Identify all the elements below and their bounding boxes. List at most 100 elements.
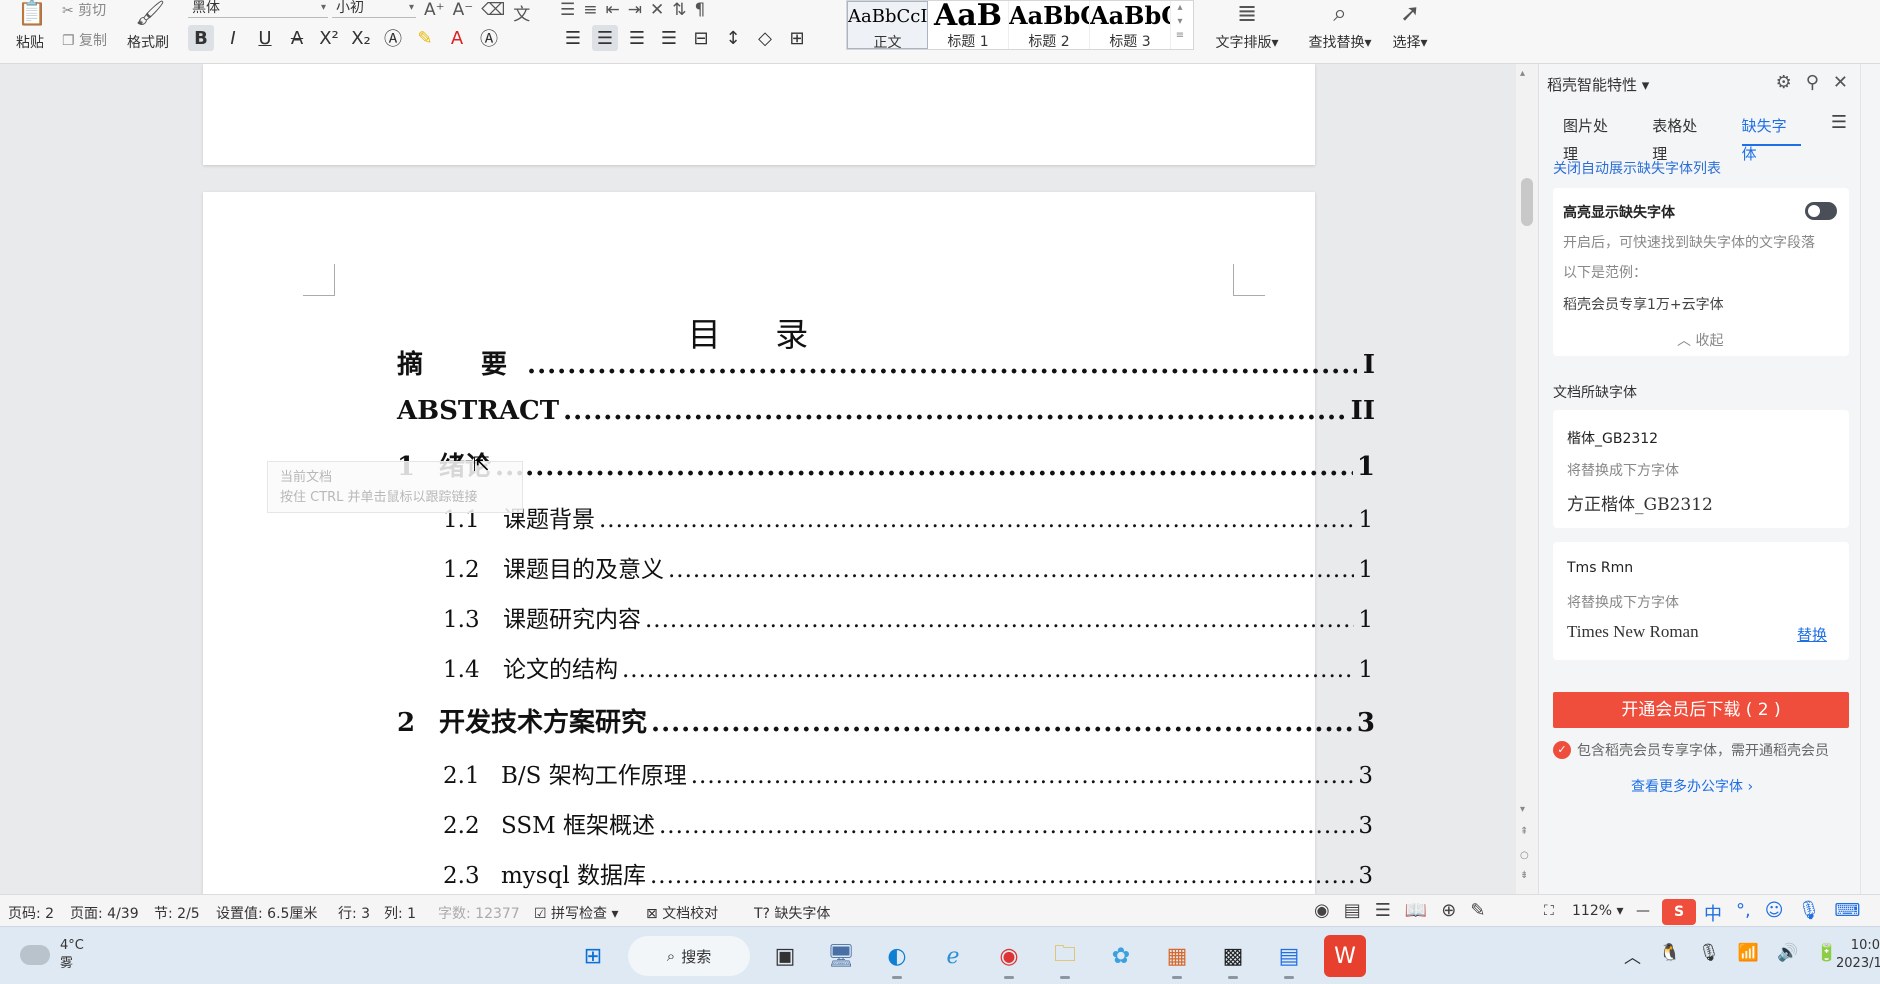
microphone-icon[interactable]: 🎙 [1698, 943, 1720, 968]
vip-download-button[interactable]: 开通会员后下载 ( 2 ) [1553, 692, 1849, 728]
ime-keyboard-icon[interactable]: ⌨ [1834, 900, 1860, 926]
toc-entry[interactable]: 1.1课题背景1 [443, 500, 1373, 534]
ime-punct-icon[interactable]: °, [1736, 900, 1751, 926]
menu-icon[interactable]: ☰ [1831, 112, 1847, 146]
more-fonts-link[interactable]: 查看更多办公字体 › [1631, 776, 1753, 796]
toc-entry[interactable]: 2.3mysql 数据库3 [443, 856, 1373, 890]
gallery-scroll[interactable]: ▴ ▾ ≡ [1171, 1, 1189, 49]
close-auto-list-link[interactable]: 关闭自动展示缺失字体列表 [1553, 158, 1721, 178]
qq-icon[interactable]: 🐧 [1659, 943, 1680, 968]
clock[interactable]: 10:0 2023/1 [1836, 937, 1880, 973]
italic-icon[interactable]: I [220, 25, 246, 51]
shrink-font-icon[interactable]: A⁻ [453, 0, 474, 25]
show-marks-icon[interactable]: ¶ [695, 0, 706, 20]
underline-icon[interactable]: U [252, 25, 278, 51]
indent-icon[interactable]: ⇥ [628, 0, 642, 20]
bold-icon[interactable]: B [188, 25, 214, 51]
copy-button[interactable]: ❐ 复制 [62, 30, 107, 50]
outdent-icon[interactable]: ⇤ [606, 0, 620, 20]
zoom-out-icon[interactable]: — [1636, 903, 1650, 919]
document-area[interactable]: 目 录 摘 要I ABSTRACTII 1绪论1 1.1课题背景1 1.2课题目… [0, 64, 1516, 894]
toc-entry[interactable]: 1.4论文的结构1 [443, 650, 1373, 684]
web-view-icon[interactable]: ⊕ [1441, 900, 1456, 921]
status-setting[interactable]: 设置值: 6.5厘米 [216, 903, 317, 923]
prev-page-icon[interactable]: ⇞ [1520, 826, 1528, 837]
select-browse-icon[interactable]: ○ [1520, 850, 1529, 861]
taskbar-search[interactable]: ⌕ 搜索 [628, 936, 750, 976]
file-explorer-icon[interactable]: 🗀 [1044, 935, 1086, 979]
panel-title[interactable]: 稻壳智能特性 ▾ [1547, 74, 1649, 95]
intellij-icon[interactable]: ▩ [1212, 935, 1254, 979]
control-panel-icon[interactable]: 🖥 [820, 935, 862, 977]
toc-entry[interactable]: 2.1B/S 架构工作原理3 [443, 756, 1373, 790]
style-heading-2[interactable]: AaBbC 标题 2 [1009, 1, 1090, 49]
wifi-icon[interactable]: 📶 [1738, 943, 1759, 968]
zoom-select[interactable]: 112% ▾ [1572, 903, 1624, 919]
tab-image[interactable]: 图片处理 [1563, 112, 1622, 163]
tab-missing-fonts[interactable]: 缺失字体 [1741, 112, 1801, 163]
chinese-layout-icon[interactable]: ✕ [650, 0, 664, 20]
status-row[interactable]: 行: 3 [338, 903, 370, 923]
pin-icon[interactable]: ⚲ [1806, 72, 1819, 93]
notepad-icon[interactable]: ▤ [1268, 935, 1310, 979]
status-page-no[interactable]: 页码: 2 [8, 903, 54, 923]
paste-button[interactable]: 📋 粘贴 [0, 0, 60, 56]
scrollbar-thumb[interactable] [1521, 178, 1533, 226]
volume-icon[interactable]: 🔊 [1777, 943, 1798, 968]
status-section[interactable]: 节: 2/5 [154, 903, 200, 923]
write-view-icon[interactable]: ✎ [1470, 900, 1485, 921]
chrome-icon[interactable]: ◉ [988, 935, 1030, 979]
task-view-icon[interactable]: ▣ [764, 935, 806, 977]
scroll-up-icon[interactable]: ▴ [1520, 68, 1525, 79]
tab-table[interactable]: 表格处理 [1652, 112, 1711, 163]
spell-check-button[interactable]: ☑ 拼写检查 ▾ [534, 903, 619, 923]
status-word-count[interactable]: 字数: 12377 [438, 903, 520, 923]
align-center-icon[interactable]: ☰ [592, 25, 618, 51]
sort-icon[interactable]: ⇅ [672, 0, 686, 20]
ime-logo-icon[interactable]: S [1662, 899, 1696, 925]
toc-entry[interactable]: 1.3课题研究内容1 [443, 600, 1373, 634]
find-replace-button[interactable]: ⌕ 查找替换▾ [1302, 0, 1378, 56]
ime-chinese-icon[interactable]: 中 [1704, 900, 1722, 926]
start-icon[interactable]: ⊞ [572, 935, 614, 977]
bullet-list-icon[interactable]: ☰ [560, 0, 575, 20]
strikethrough-icon[interactable]: A [284, 25, 310, 51]
toc-entry[interactable]: 2.2SSM 框架概述3 [443, 806, 1373, 840]
select-button[interactable]: ➚ 选择▾ [1384, 0, 1436, 56]
text-layout-button[interactable]: ≣ 文字排版▾ [1210, 0, 1284, 56]
highlight-toggle[interactable] [1805, 202, 1837, 220]
style-heading-1[interactable]: AaB 标题 1 [928, 1, 1009, 49]
ime-mic-icon[interactable]: 🎙 [1798, 900, 1821, 926]
edge-icon[interactable]: ◐ [876, 935, 918, 979]
status-col[interactable]: 列: 1 [384, 903, 416, 923]
gear-icon[interactable]: ⚙ [1776, 72, 1792, 93]
vertical-scrollbar[interactable]: ▴ ▾ ⇞ ○ ⇟ [1516, 64, 1538, 894]
align-left-icon[interactable]: ☰ [560, 25, 586, 51]
document-page[interactable]: 目 录 摘 要I ABSTRACTII 1绪论1 1.1课题背景1 1.2课题目… [203, 192, 1375, 894]
page-view-icon[interactable]: ▤ [1344, 900, 1361, 921]
toc-entry[interactable]: ABSTRACTII [397, 396, 1375, 426]
fit-window-icon[interactable]: ⛶ [1544, 903, 1554, 919]
ie-icon[interactable]: ℯ [932, 935, 974, 977]
chevron-up-icon[interactable]: ︿ [1624, 943, 1641, 968]
doc-proof-button[interactable]: ⊠ 文档校对 [646, 903, 718, 923]
toc-entry[interactable]: 1.2课题目的及意义1 [443, 550, 1373, 584]
status-pages[interactable]: 页面: 4/39 [70, 903, 139, 923]
font-name-select[interactable]: 黑体 ▾ [188, 0, 328, 18]
replace-button[interactable]: 替换 [1797, 624, 1827, 645]
style-heading-3[interactable]: AaBbC 标题 3 [1090, 1, 1171, 49]
scroll-down-icon[interactable]: ▾ [1520, 804, 1525, 815]
cut-button[interactable]: ✂ 剪切 [62, 0, 106, 20]
align-right-icon[interactable]: ☰ [624, 25, 650, 51]
battery-icon[interactable]: 🔋 [1816, 943, 1837, 968]
powerpoint-icon[interactable]: ▦ [1156, 935, 1198, 979]
toc-entry[interactable]: 2开发技术方案研究3 [397, 702, 1375, 739]
format-painter-button[interactable]: 🖌 格式刷 [118, 0, 178, 56]
font-color-icon[interactable]: A [444, 25, 470, 51]
next-page-icon[interactable]: ⇟ [1520, 870, 1528, 881]
read-view-icon[interactable]: 📖 [1405, 900, 1427, 921]
weather-widget[interactable]: 4°C 雾 [20, 937, 84, 973]
style-normal[interactable]: AaBbCcI 正文 [847, 1, 928, 49]
line-spacing-icon[interactable]: ↕ [720, 25, 746, 51]
missing-font-button[interactable]: T? 缺失字体 [754, 903, 830, 923]
